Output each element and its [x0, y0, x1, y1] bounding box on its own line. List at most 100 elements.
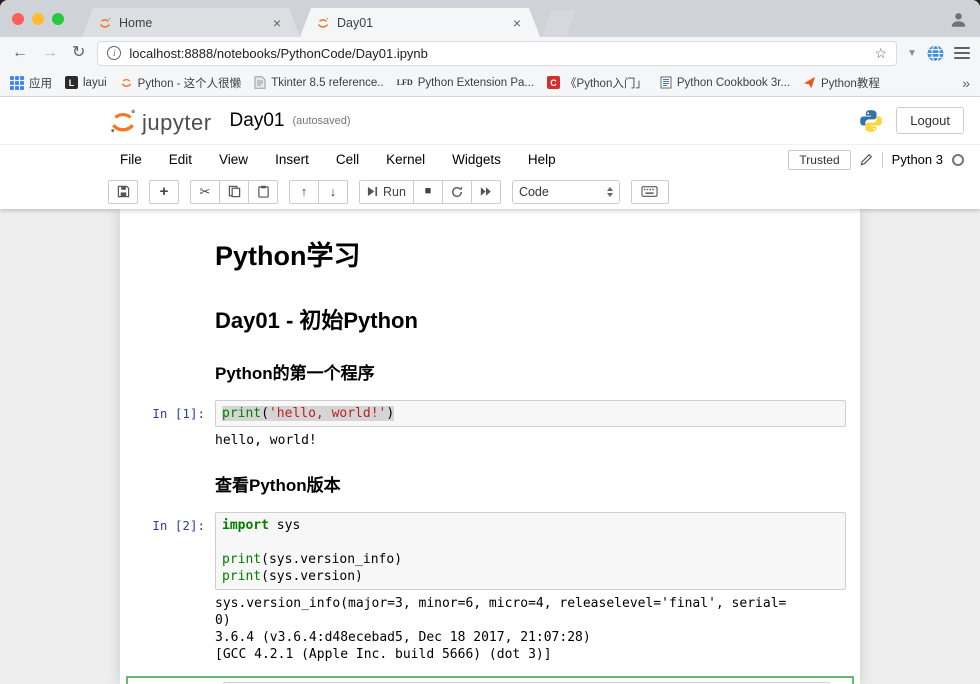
save-button[interactable]	[108, 180, 138, 204]
bookmarks-overflow-chevron[interactable]: »	[962, 75, 970, 91]
back-icon[interactable]: ←	[10, 45, 30, 61]
command-palette-button[interactable]	[631, 180, 669, 204]
tab-day01[interactable]: Day01 ×	[300, 8, 540, 37]
code-cell-1[interactable]: In [1]: print('hello, world!') hello, wo…	[120, 395, 860, 458]
run-cell-button[interactable]: Run	[359, 180, 414, 204]
code-cell-3-active[interactable]: In [ ]:	[126, 676, 854, 684]
output-prompt	[120, 595, 215, 663]
globe-extension-icon[interactable]	[927, 45, 944, 62]
code-cell-2[interactable]: In [2]: import sys print(sys.version_inf…	[120, 507, 860, 672]
bookmark-label: Python - 这个人很懒	[138, 75, 242, 91]
bookmark-extension[interactable]: LFD Python Extension Pa...	[397, 77, 534, 89]
autosave-status: (autosaved)	[292, 115, 350, 127]
kernel-name[interactable]: Python 3	[892, 152, 943, 167]
lfd-icon: LFD	[397, 78, 413, 87]
minimize-window-button[interactable]	[32, 13, 44, 25]
apps-grid-icon	[10, 76, 24, 90]
edit-mode-pencil-icon	[860, 153, 873, 166]
menu-cell[interactable]: Cell	[336, 152, 359, 167]
restart-icon	[451, 186, 463, 198]
bookmark-label: Python Cookbook 3r...	[677, 77, 790, 89]
profile-icon[interactable]	[950, 11, 967, 28]
jupyter-header: jupyter Day01 (autosaved) Logout File Ed…	[0, 97, 980, 209]
bookmark-apps[interactable]: 应用	[10, 75, 52, 91]
add-cell-button[interactable]: +	[149, 180, 179, 204]
code-input-area[interactable]: import sys print(sys.version_info) print…	[215, 512, 846, 590]
cell-output: sys.version_info(major=3, minor=6, micro…	[215, 595, 846, 663]
markdown-cell-version[interactable]: 查看Python版本	[120, 458, 860, 507]
cut-cell-button[interactable]: ✂	[190, 180, 220, 204]
red-c-icon: C	[547, 76, 560, 89]
arrow-up-icon: ↑	[301, 185, 308, 198]
restart-kernel-button[interactable]	[442, 180, 472, 204]
interrupt-kernel-button[interactable]: ■	[413, 180, 443, 204]
move-cell-up-button[interactable]: ↑	[289, 180, 319, 204]
bookmark-python-intro[interactable]: C 《Python入门」	[547, 75, 647, 91]
bookmark-label: Python Extension Pa...	[418, 77, 534, 89]
copy-cell-button[interactable]	[219, 180, 249, 204]
tab-home[interactable]: Home ×	[82, 8, 300, 37]
section-heading: Day01 - 初始Python	[215, 303, 846, 335]
code-input-area[interactable]: print('hello, world!')	[215, 400, 846, 427]
browser-menu-icon[interactable]	[954, 47, 970, 59]
layui-icon: L	[65, 76, 78, 89]
jupyter-wordmark: jupyter	[142, 110, 212, 136]
close-window-button[interactable]	[12, 13, 24, 25]
reload-icon[interactable]: ↻	[70, 45, 87, 61]
markdown-cell-title[interactable]: Python学习	[120, 221, 860, 284]
browser-tab-strip: Home × Day01 ×	[0, 0, 980, 37]
menu-widgets[interactable]: Widgets	[452, 152, 501, 167]
logout-button[interactable]: Logout	[896, 107, 964, 134]
markdown-cell-day01[interactable]: Day01 - 初始Python	[120, 284, 860, 346]
bookmark-label: Python教程	[821, 75, 880, 91]
jupyter-toolbar: + ✂ ↑ ↓ Run ■	[0, 174, 980, 209]
bookmark-tkinter[interactable]: Tkinter 8.5 reference..	[254, 76, 384, 89]
traffic-lights	[12, 13, 64, 25]
tab-home-close-icon[interactable]: ×	[270, 15, 284, 31]
url-text[interactable]: localhost:8888/notebooks/PythonCode/Day0…	[129, 46, 428, 61]
forward-icon[interactable]: →	[40, 45, 60, 61]
fast-forward-icon	[480, 186, 492, 197]
notebook-title[interactable]: Day01	[230, 110, 285, 132]
tab-day01-label: Day01	[337, 16, 503, 30]
bookmark-label: 《Python入门」	[565, 75, 647, 91]
bookmark-label: 应用	[29, 75, 52, 91]
notebook-background: Python学习 Day01 - 初始Python Python的第一个程序 I…	[0, 209, 980, 684]
input-prompt: In [2]:	[120, 512, 215, 534]
keyboard-icon	[641, 186, 658, 197]
menu-view[interactable]: View	[219, 152, 248, 167]
menu-kernel[interactable]: Kernel	[386, 152, 425, 167]
bookmark-star-icon[interactable]: ☆	[875, 45, 888, 62]
menu-insert[interactable]: Insert	[275, 152, 309, 167]
input-prompt: In [1]:	[120, 400, 215, 422]
bookmark-tutorial[interactable]: Python教程	[803, 75, 880, 91]
markdown-cell-first-program[interactable]: Python的第一个程序	[120, 346, 860, 395]
download-arrow-icon[interactable]: ▼	[907, 48, 917, 59]
jupyter-logo[interactable]: jupyter	[108, 106, 212, 136]
cell-type-select[interactable]: Code	[512, 180, 620, 204]
menu-help[interactable]: Help	[528, 152, 556, 167]
move-cell-down-button[interactable]: ↓	[318, 180, 348, 204]
new-tab-button[interactable]	[542, 10, 576, 37]
browser-navbar: ← → ↻ i localhost:8888/notebooks/PythonC…	[0, 37, 980, 69]
zoom-window-button[interactable]	[52, 13, 64, 25]
tab-day01-close-icon[interactable]: ×	[510, 15, 524, 31]
paste-cell-button[interactable]	[248, 180, 278, 204]
output-prompt	[120, 432, 215, 449]
address-bar[interactable]: i localhost:8888/notebooks/PythonCode/Da…	[97, 41, 897, 66]
bookmark-cookbook[interactable]: Python Cookbook 3r...	[660, 76, 790, 89]
book-icon	[660, 76, 672, 89]
divider	[882, 152, 883, 168]
bookmark-layui[interactable]: L layui	[65, 76, 107, 89]
clipboard-icon	[257, 185, 270, 198]
tab-home-label: Home	[119, 16, 263, 30]
bookmark-python-lazy[interactable]: Python - 这个人很懒	[120, 75, 242, 91]
kernel-idle-indicator-icon	[952, 154, 964, 166]
restart-run-all-button[interactable]	[471, 180, 501, 204]
menu-edit[interactable]: Edit	[169, 152, 192, 167]
page-info-icon[interactable]: i	[107, 46, 121, 60]
arrow-down-icon: ↓	[330, 185, 337, 198]
trusted-badge[interactable]: Trusted	[788, 150, 850, 170]
notebook-container: Python学习 Day01 - 初始Python Python的第一个程序 I…	[120, 209, 860, 684]
menu-file[interactable]: File	[120, 152, 142, 167]
